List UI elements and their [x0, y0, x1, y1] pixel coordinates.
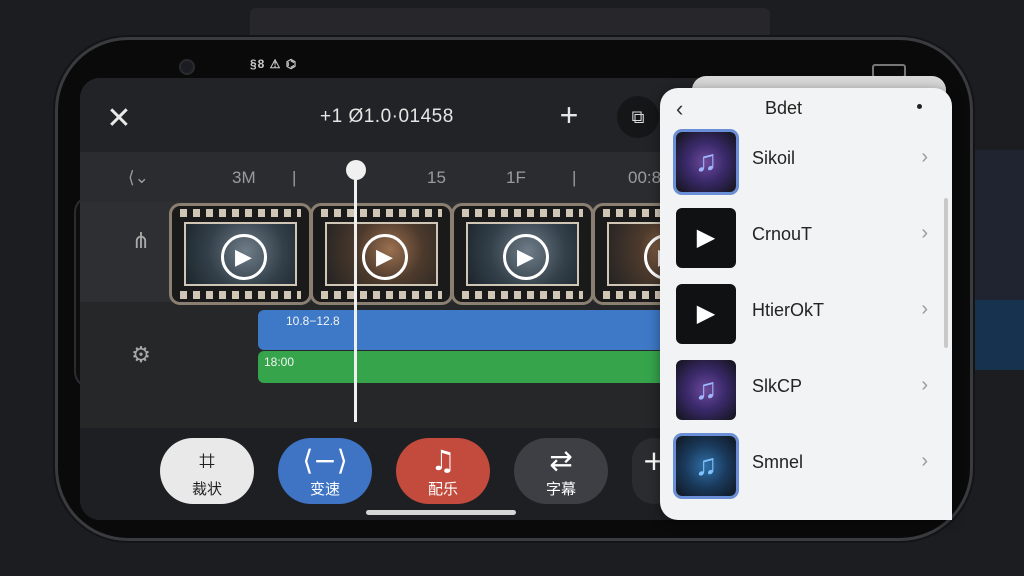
item-label: Smnel [752, 452, 804, 472]
tools-icon: ✕ [106, 102, 132, 135]
plus-icon: + [559, 97, 579, 133]
settings-icon[interactable]: ⚙ [126, 342, 156, 368]
video-clip[interactable]: ▶ [172, 206, 309, 302]
track-label: 10.8−12.8 [286, 314, 340, 328]
crop-button[interactable]: ⌗ 裁状 [160, 438, 254, 504]
ruler-label: 1F [506, 168, 526, 187]
subtitle-button[interactable]: ⇄ 字幕 [514, 438, 608, 504]
crop-icon: ⌗ [199, 444, 215, 477]
tool-label: 配乐 [427, 480, 458, 498]
play-icon: ▶ [676, 208, 736, 268]
track-label: 18:00 [264, 355, 295, 369]
playhead-handle[interactable] [346, 160, 366, 180]
item-label: HtierOkT [752, 300, 824, 320]
close-button[interactable]: ✕ [102, 102, 136, 136]
ruler-label: 00:8 [628, 168, 662, 187]
layers-button[interactable]: ⧉ [617, 96, 659, 138]
list-item[interactable]: ▶ CrnouT › [676, 208, 934, 268]
ruler-label: 3M [232, 168, 256, 187]
list-item[interactable]: ♫ SlkCP › [676, 360, 934, 420]
chevron-right-icon: › [921, 146, 928, 168]
chevron-right-icon: › [921, 222, 928, 244]
play-icon[interactable]: ▶ [361, 234, 408, 280]
background-panel-blue [962, 300, 1024, 370]
split-icon[interactable]: ⋔ [126, 228, 156, 254]
video-clip[interactable]: ▶ [313, 206, 450, 302]
list-item[interactable]: ♫ Sikoil › [676, 132, 934, 192]
panel-header: ‹ Bdet [660, 88, 952, 128]
scrollbar[interactable] [944, 198, 948, 348]
camera-icon [181, 61, 193, 73]
play-icon[interactable]: ▶ [502, 234, 549, 280]
video-clip[interactable]: ▶ [454, 206, 591, 302]
adjust-icon: ⇄ [549, 444, 573, 477]
speed-button[interactable]: ⟨−⟩ 变速 [278, 438, 372, 504]
timecode: +1 Ø1.0·01458 [320, 106, 454, 127]
music-icon: ♫ [676, 436, 736, 496]
item-label: CrnouT [752, 224, 813, 244]
tool-label: 裁状 [191, 480, 222, 498]
ruler-label: 15 [427, 168, 446, 187]
music-icon: ♫ [676, 132, 736, 192]
back-icon[interactable]: ‹ [676, 96, 683, 122]
panel-title: Bdet [765, 98, 803, 118]
chevron-right-icon: › [921, 298, 928, 320]
tool-label: 变速 [309, 480, 340, 498]
add-button[interactable]: + [552, 98, 586, 132]
chevron-right-icon: › [921, 374, 928, 396]
list-item[interactable]: ▶ HtierOkT › [676, 284, 934, 344]
layers-icon: ⧉ [631, 107, 645, 127]
status-icons: §8 ⚠ ⌬ [250, 57, 298, 71]
music-button[interactable]: ♫ 配乐 [396, 438, 490, 504]
tool-label: 字幕 [545, 480, 576, 498]
music-icon: ♫ [676, 360, 736, 420]
home-indicator [366, 510, 516, 515]
chevron-right-icon: › [921, 450, 928, 472]
music-note-icon: ♫ [430, 444, 456, 477]
play-icon[interactable]: ▶ [220, 234, 267, 280]
ruler-label: | [572, 168, 577, 187]
dot-icon [917, 104, 922, 109]
play-icon: ▶ [676, 284, 736, 344]
ruler-label: | [292, 168, 297, 187]
item-label: Sikoil [752, 148, 796, 168]
background-blur [250, 8, 770, 42]
playhead[interactable] [354, 162, 357, 422]
list-item[interactable]: ♫ Smnel › [676, 436, 934, 496]
speed-icon: ⟨−⟩ [302, 444, 348, 477]
back-arrow-icon[interactable]: ⟨⌄ [128, 168, 149, 188]
media-panel: ‹ Bdet ♫ Sikoil › ▶ CrnouT › ▶ HtierOkT … [660, 88, 952, 520]
item-label: SlkCP [752, 376, 803, 396]
